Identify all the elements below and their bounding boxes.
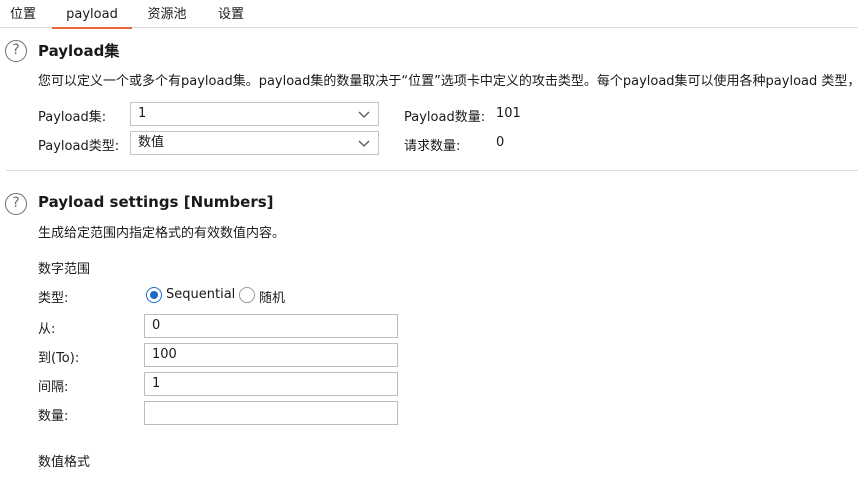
payload-set-label: Payload集: (38, 110, 107, 125)
how-many-input[interactable] (144, 401, 398, 425)
section-divider (6, 170, 858, 171)
payload-type-label: Payload类型: (38, 139, 120, 154)
random-radio[interactable] (239, 287, 255, 303)
request-count-value: 0 (496, 135, 505, 150)
payload-sets-description: 您可以定义一个或多个有payload集。payload集的数量取决于“位置”选项… (38, 74, 858, 89)
step-label: 间隔: (38, 380, 69, 395)
how-many-label: 数量: (38, 409, 69, 424)
help-icon[interactable]: ? (5, 193, 27, 215)
number-type-label: 类型: (38, 291, 69, 306)
tab-resource-pool[interactable]: 资源池 (146, 0, 188, 28)
sequential-label[interactable]: Sequential (166, 287, 235, 302)
payload-type-value: 数值 (138, 135, 165, 150)
number-range-heading: 数字范围 (38, 262, 91, 277)
request-count-label: 请求数量: (404, 139, 461, 154)
tab-settings[interactable]: 设置 (217, 0, 245, 28)
payload-count-label: Payload数量: (404, 110, 486, 125)
payload-type-select[interactable]: 数值 (130, 131, 379, 155)
number-format-heading: 数值格式 (38, 455, 91, 470)
payload-set-select[interactable]: 1 (130, 102, 379, 126)
tab-payloads[interactable]: payload (52, 0, 132, 29)
step-input[interactable]: 1 (144, 372, 398, 396)
payload-set-value: 1 (138, 106, 147, 121)
payload-settings-title: Payload settings [Numbers] (38, 193, 274, 211)
payload-settings-description: 生成给定范围内指定格式的有效数值内容。 (38, 226, 286, 241)
from-label: 从: (38, 322, 56, 337)
help-icon[interactable]: ? (5, 40, 27, 62)
from-input[interactable]: 0 (144, 314, 398, 338)
tab-positions[interactable]: 位置 (8, 0, 38, 28)
tab-bar: 位置 payload 资源池 设置 (0, 0, 858, 29)
random-label[interactable]: 随机 (259, 287, 285, 306)
payload-count-value: 101 (496, 106, 521, 121)
to-label: 到(To): (38, 351, 80, 366)
to-input[interactable]: 100 (144, 343, 398, 367)
chevron-down-icon (358, 111, 370, 118)
payload-sets-title: Payload集 (38, 42, 120, 60)
sequential-radio[interactable] (146, 287, 162, 303)
chevron-down-icon (358, 140, 370, 147)
